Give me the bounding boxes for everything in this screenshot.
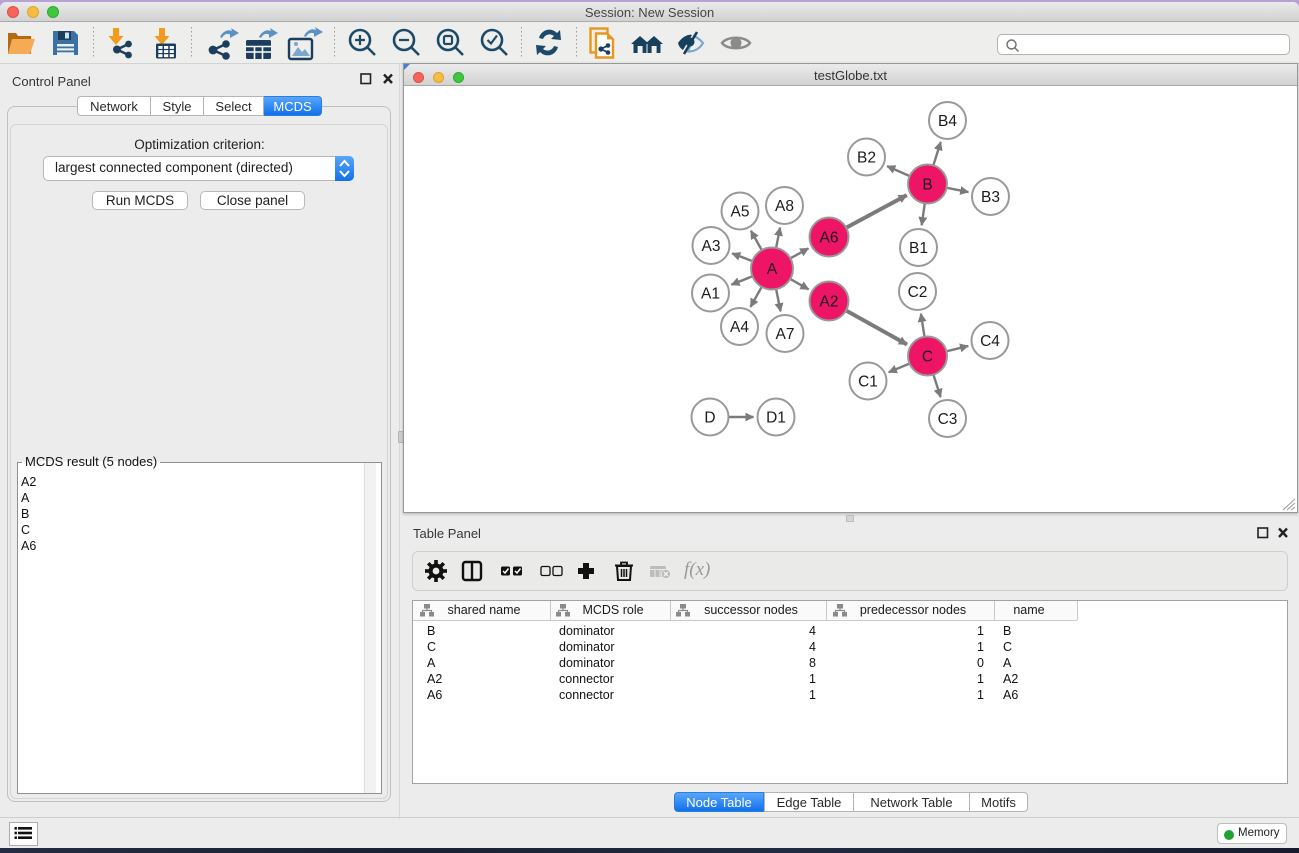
svg-text:A1: A1 [701, 286, 720, 303]
svg-text:A: A [767, 261, 778, 278]
svg-text:C1: C1 [858, 374, 878, 391]
svg-text:A6: A6 [820, 230, 839, 247]
svg-text:A7: A7 [776, 326, 795, 343]
svg-text:A5: A5 [731, 204, 750, 221]
svg-text:D1: D1 [766, 410, 786, 427]
svg-text:A2: A2 [820, 294, 839, 311]
svg-text:D: D [704, 410, 715, 427]
svg-text:C2: C2 [908, 284, 928, 301]
svg-text:B2: B2 [857, 150, 876, 167]
svg-text:C4: C4 [980, 333, 1000, 350]
svg-text:B3: B3 [981, 189, 1000, 206]
svg-text:C3: C3 [938, 411, 958, 428]
svg-text:C: C [922, 349, 933, 366]
svg-text:A8: A8 [775, 198, 794, 215]
svg-text:A4: A4 [730, 319, 749, 336]
svg-text:B4: B4 [938, 113, 957, 130]
svg-text:A3: A3 [702, 238, 721, 255]
svg-text:B1: B1 [909, 240, 928, 257]
svg-text:B: B [922, 177, 932, 194]
